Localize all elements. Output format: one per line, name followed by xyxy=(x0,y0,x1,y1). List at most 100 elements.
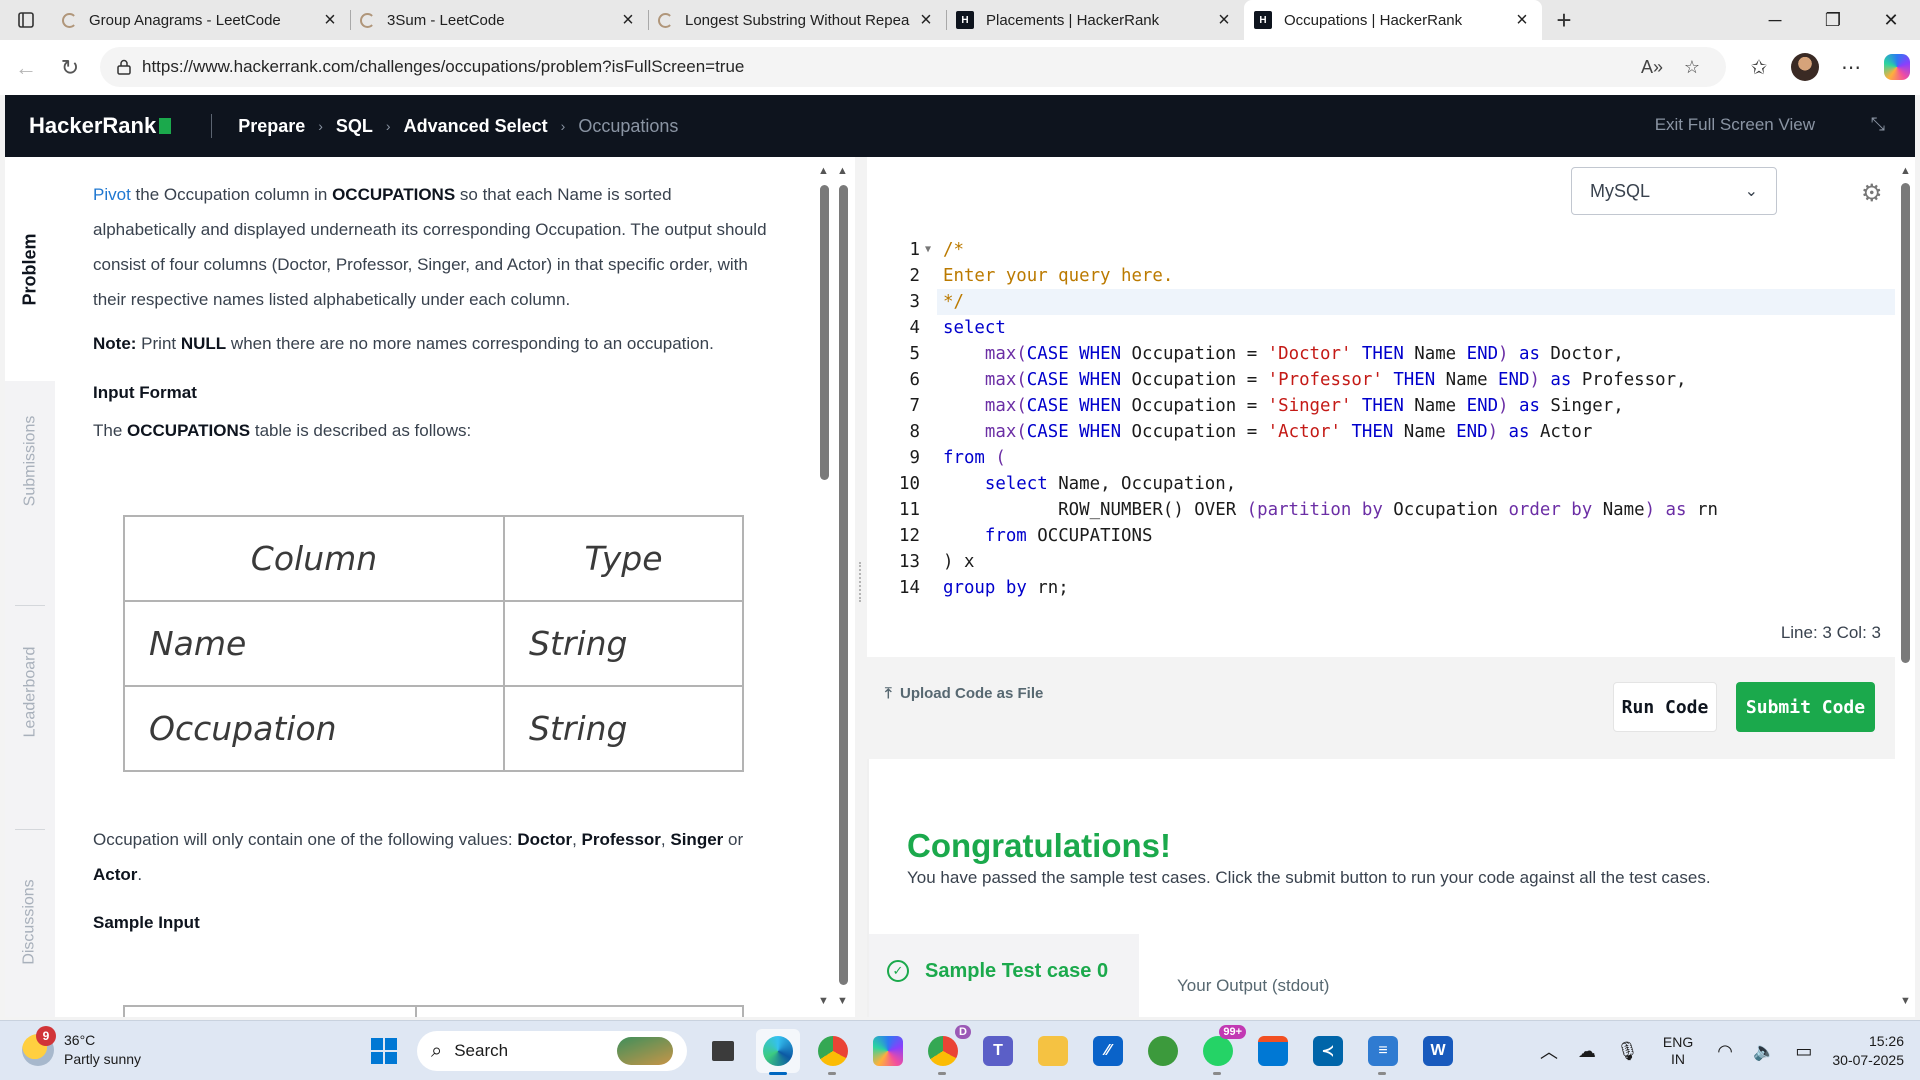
refresh-button[interactable]: ↻ xyxy=(48,48,92,88)
copilot-icon[interactable] xyxy=(1884,54,1910,80)
clock[interactable]: 15:26 30-07-2025 xyxy=(1832,1032,1904,1070)
onedrive-icon[interactable]: ☁ xyxy=(1578,1041,1596,1062)
scroll-down-icon[interactable]: ▼ xyxy=(818,995,829,1007)
chrome-app[interactable] xyxy=(811,1029,855,1075)
scrollbar-thumb[interactable] xyxy=(1901,183,1910,663)
chevron-right-icon: › xyxy=(318,118,323,134)
code-line: 10 select Name, Occupation, xyxy=(867,471,1895,497)
table-name: OCCUPATIONS xyxy=(127,421,251,440)
copilot-app[interactable] xyxy=(866,1029,910,1073)
file-explorer-app[interactable] xyxy=(1031,1029,1075,1073)
battery-icon[interactable]: ▭ xyxy=(1795,1041,1812,1062)
start-button[interactable] xyxy=(362,1029,406,1073)
close-icon[interactable]: × xyxy=(1512,9,1532,32)
close-window-button[interactable]: ✕ xyxy=(1862,0,1920,40)
gear-icon[interactable]: ⚙ xyxy=(1861,179,1883,208)
tab-problem[interactable]: Problem xyxy=(5,157,55,381)
new-tab-button[interactable]: + xyxy=(1542,5,1586,36)
close-icon[interactable]: × xyxy=(916,9,936,32)
vscode-app[interactable]: ≺ xyxy=(1306,1029,1350,1073)
pivot-link[interactable]: Pivot xyxy=(93,185,131,204)
minimize-button[interactable]: ─ xyxy=(1746,0,1804,40)
breadcrumb-prepare[interactable]: Prepare xyxy=(238,116,305,137)
token: Occupation = xyxy=(1121,396,1268,416)
close-icon: ✕ xyxy=(1883,9,1899,30)
scrollbar-thumb[interactable] xyxy=(820,185,829,480)
code-area[interactable]: 1 ▼ /* 2 Enter your query here. 3 */ 4 select… xyxy=(867,237,1895,598)
token: ) xyxy=(1644,500,1666,520)
scroll-down-icon[interactable]: ▼ xyxy=(837,995,848,1007)
code-text: group by rn; xyxy=(943,575,1069,601)
task-view-button[interactable] xyxy=(701,1029,745,1073)
code-editor-panel: MySQL ⌄ ⚙ 1 ▼ /* 2 Enter your query here. 3… xyxy=(867,157,1895,657)
null-keyword: NULL xyxy=(180,334,227,353)
whatsapp-app[interactable]: 99+ xyxy=(1196,1025,1246,1075)
token: as xyxy=(1519,344,1540,364)
read-aloud-icon[interactable]: A» xyxy=(1632,57,1672,78)
submit-code-button[interactable]: Submit Code xyxy=(1736,682,1875,732)
panel-resize-handle[interactable] xyxy=(855,157,867,1017)
close-icon[interactable]: × xyxy=(618,9,638,32)
browser-tab[interactable]: H Placements | HackerRank × xyxy=(946,0,1244,40)
address-bar[interactable]: https://www.hackerrank.com/challenges/oc… xyxy=(100,47,1726,87)
scrollbar-thumb[interactable] xyxy=(839,185,848,985)
scroll-up-icon[interactable]: ▲ xyxy=(818,165,829,177)
browser-tab[interactable]: 3Sum - LeetCode × xyxy=(350,0,648,40)
site-info-icon[interactable] xyxy=(114,57,134,77)
close-icon[interactable]: × xyxy=(320,9,340,32)
teams-app[interactable]: T xyxy=(976,1029,1020,1073)
breadcrumb-advanced-select[interactable]: Advanced Select xyxy=(404,116,548,137)
browser-tab[interactable]: Longest Substring Without Repea × xyxy=(648,0,946,40)
favorite-star-icon[interactable]: ☆ xyxy=(1672,57,1712,78)
chrome-profile-app[interactable]: D xyxy=(921,1025,971,1075)
upload-code-link[interactable]: ⤒ Upload Code as File xyxy=(885,685,1043,702)
browser-tab[interactable]: Group Anagrams - LeetCode × xyxy=(52,0,350,40)
wifi-icon[interactable]: ◠ xyxy=(1717,1041,1733,1062)
more-options-icon[interactable]: ⋯ xyxy=(1828,47,1874,87)
azure-app[interactable]: ⁄⁄ xyxy=(1086,1029,1130,1073)
tab-discussions[interactable]: Discussions xyxy=(5,847,55,997)
weather-widget[interactable]: 9 36°C Partly sunny xyxy=(22,1026,141,1069)
store-app[interactable] xyxy=(1251,1029,1295,1073)
scroll-up-icon[interactable]: ▲ xyxy=(1900,165,1911,177)
close-icon[interactable]: × xyxy=(1214,9,1234,32)
mysql-workbench-app[interactable] xyxy=(1141,1029,1185,1073)
token: as xyxy=(1508,422,1530,442)
browser-right-actions: ✩ ⋯ xyxy=(1736,47,1920,87)
volume-icon[interactable]: 🔈 xyxy=(1753,1041,1775,1062)
taskbar-search[interactable]: ⌕ Search xyxy=(417,1031,687,1071)
lang-code: ENG xyxy=(1662,1034,1694,1050)
chevron-up-icon[interactable]: ︿ xyxy=(1540,1038,1558,1064)
back-button[interactable]: ← xyxy=(4,48,48,88)
browser-tab-active[interactable]: H Occupations | HackerRank × xyxy=(1244,0,1542,40)
language-indicator[interactable]: ENG IN xyxy=(1663,1034,1693,1068)
language-select[interactable]: MySQL ⌄ xyxy=(1571,167,1777,215)
check-circle-icon: ✓ xyxy=(887,960,909,982)
tab-actions-button[interactable] xyxy=(0,0,52,40)
microphone-icon[interactable]: 🎙 xyxy=(1616,1041,1639,1062)
word-app[interactable]: W xyxy=(1416,1029,1460,1073)
edge-app[interactable] xyxy=(756,1029,800,1075)
token: max xyxy=(984,370,1017,390)
url-text[interactable]: https://www.hackerrank.com/challenges/oc… xyxy=(142,57,1632,77)
tab-leaderboard[interactable]: Leaderboard xyxy=(5,617,55,767)
token: CASE xyxy=(1026,396,1069,416)
test-case-tab[interactable]: ✓ Sample Test case 0 xyxy=(869,934,1139,1017)
hackerrank-logo[interactable]: HackerRank xyxy=(29,113,172,139)
breadcrumb-sql[interactable]: SQL xyxy=(336,116,373,137)
scroll-up-icon[interactable]: ▲ xyxy=(837,165,848,177)
restore-button[interactable]: ❐ xyxy=(1804,0,1862,40)
run-code-button[interactable]: Run Code xyxy=(1613,682,1717,732)
scroll-down-icon[interactable]: ▼ xyxy=(1900,995,1911,1007)
text: the Occupation column in xyxy=(130,185,333,204)
fold-arrow-icon[interactable]: ▼ xyxy=(925,237,931,263)
favorites-icon[interactable]: ✩ xyxy=(1736,47,1782,87)
line-number: 2 xyxy=(909,266,920,286)
collapse-icon[interactable]: ⤡ xyxy=(1871,114,1885,135)
exit-fullscreen-link[interactable]: Exit Full Screen View xyxy=(1655,115,1815,135)
profile-avatar[interactable] xyxy=(1791,53,1819,81)
notepad-app[interactable]: ≡ xyxy=(1361,1029,1405,1075)
tab-submissions[interactable]: Submissions xyxy=(5,381,55,541)
